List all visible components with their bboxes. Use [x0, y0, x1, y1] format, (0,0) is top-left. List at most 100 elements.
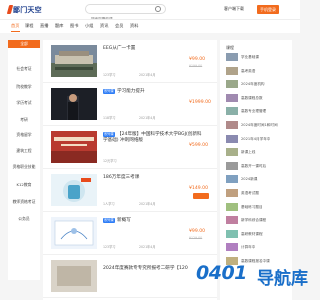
recommend-item-label: 英语考试题 — [241, 191, 259, 195]
recommend-item-label: 高研教材课程 — [241, 231, 263, 236]
course-thumbnail[interactable] — [51, 45, 97, 77]
client-download-link[interactable]: 客户端下载 — [224, 6, 244, 12]
course-card[interactable]: 186万年度三考课 ¥149.00 1人学习 2021年4月 — [43, 169, 217, 212]
watermark-domain: 0401 — [196, 262, 247, 284]
course-thumbnail[interactable] — [51, 260, 97, 292]
recommend-thumbnail[interactable] — [226, 134, 238, 143]
recommend-item[interactable]: 基础练习题目 — [226, 202, 290, 213]
recommend-item[interactable]: 2024年度机构 — [226, 80, 290, 90]
recommend-thumbnail[interactable] — [226, 189, 238, 197]
sidebar-item[interactable]: 建筑工程 — [8, 148, 40, 154]
recommend-thumbnail[interactable] — [226, 148, 238, 157]
course-title[interactable]: 【24年版】中国科学技术大学BGJ(创新科学基础) 冲刺网络版 — [103, 132, 203, 144]
tab-news[interactable]: 资讯 — [100, 23, 108, 29]
recommend-thumbnail[interactable] — [226, 202, 238, 211]
recommend-thumbnail[interactable] — [226, 243, 238, 252]
recommend-item[interactable]: 计算年中 — [226, 243, 290, 253]
recommend-item[interactable]: 学业基础课 — [226, 53, 290, 63]
recommend-thumbnail[interactable] — [226, 66, 238, 75]
recommend-item[interactable]: 英语考试题 — [226, 189, 290, 199]
tab-courses[interactable]: 课程 — [25, 23, 33, 29]
course-card[interactable]: 系列课 【24年版】中国科学技术大学BGJ(创新科学基础) 冲刺网络版 ¥599… — [43, 126, 217, 169]
course-thumbnail[interactable] — [51, 217, 97, 249]
recommend-thumbnail[interactable] — [226, 80, 238, 89]
sidebar-item[interactable]: 考研 — [8, 117, 40, 123]
tab-materials[interactable]: 资料 — [130, 23, 138, 29]
recommend-item-label: 新课上线 — [241, 150, 256, 155]
main-nav: 首页 课程 直播 题库 图书 小组 资讯 会员 资料 — [0, 19, 300, 33]
sidebar-item[interactable]: 学历考试 — [8, 100, 40, 106]
recommend-item[interactable]: 2021年4月学年中 — [226, 134, 290, 145]
recommend-item-label: 高数开一课时后 — [241, 163, 267, 168]
recommend-thumbnail[interactable] — [226, 229, 238, 238]
tab-books[interactable]: 图书 — [70, 23, 78, 29]
recommend-item-label: 高数课程总数 — [241, 95, 263, 100]
watermark-text: 导航库 — [257, 269, 308, 289]
sidebar-item[interactable]: 院校教学 — [8, 84, 40, 90]
tab-live[interactable]: 直播 — [40, 23, 48, 29]
recommend-thumbnail[interactable] — [226, 175, 238, 184]
logo-text: 鄙门天空 — [13, 5, 42, 14]
course-card[interactable]: 系列课 学习能力提升 ¥1999.00 118学习 2021年4月 — [43, 83, 217, 126]
sidebar-item[interactable]: 公务员 — [8, 216, 40, 222]
tab-groups[interactable]: 小组 — [85, 23, 93, 29]
course-card[interactable]: 系列课 新概写 ¥99.00 ¥129.00 123学习 2021年4月 — [43, 212, 217, 255]
sidebar-item[interactable]: 资格职业技能 — [8, 164, 40, 170]
logo[interactable]: 鄙门天空 — [6, 4, 42, 15]
recommend-item[interactable]: 高研教材课程 — [226, 229, 290, 240]
course-date: 2021年4月 — [139, 245, 156, 249]
recommend-thumbnail[interactable] — [226, 161, 238, 170]
recommend-thumbnail[interactable] — [226, 93, 238, 102]
search-icon[interactable] — [155, 6, 161, 12]
watermark: 0401 导航库 — [196, 262, 308, 292]
course-title[interactable]: EEG从广一卡置 — [103, 46, 203, 52]
course-card[interactable]: 2024年度赛款专专究所报考二研学【120 — [43, 255, 217, 298]
course-thumbnail[interactable] — [51, 174, 97, 206]
course-original-price: ¥129.00 — [189, 236, 203, 240]
recommend-item[interactable]: 高考英语 — [226, 66, 290, 77]
course-students: 123学习 — [103, 245, 116, 249]
sidebar-item[interactable]: 社会考证 — [8, 66, 40, 72]
tab-question-bank[interactable]: 题库 — [55, 23, 63, 29]
recommend-item-label: 高数专业理管理 — [241, 109, 267, 114]
sidebar-item[interactable]: 资格留学 — [8, 132, 40, 138]
recommend-item-label: 学业基础课 — [241, 55, 259, 59]
recommend-thumbnail[interactable] — [226, 121, 238, 129]
course-students: 118学习 — [103, 116, 116, 120]
course-students: 1人学习 — [103, 202, 115, 206]
course-title[interactable]: 学习能力提升 — [117, 89, 217, 95]
recommend-thumbnail[interactable] — [226, 53, 238, 61]
course-title[interactable]: 新概写 — [117, 218, 217, 224]
course-price: ¥99.00 — [189, 57, 206, 62]
course-title[interactable]: 186万年度三考课 — [103, 175, 203, 181]
recommend-item[interactable]: 新课上线 — [226, 148, 290, 158]
recommend-thumbnail[interactable] — [226, 107, 238, 116]
recommend-item[interactable]: 2024年度时间1和时间 — [226, 121, 290, 131]
recommend-item[interactable]: 高数专业理管理 — [226, 107, 290, 117]
course-thumbnail[interactable] — [51, 88, 97, 120]
tab-membership[interactable]: 会员 — [115, 23, 123, 29]
course-thumbnail[interactable] — [51, 131, 97, 163]
course-price: ¥1999.00 — [189, 100, 211, 105]
recommend-item[interactable]: 2024新课 — [226, 175, 290, 185]
recommend-title: 课程 — [226, 45, 234, 50]
course-date: 2021年4月 — [139, 116, 156, 120]
recommend-item-label: 高考英语 — [241, 68, 256, 73]
active-tab-underline — [11, 31, 20, 33]
login-button[interactable]: 手机登录 — [257, 5, 279, 14]
search-box[interactable] — [85, 4, 166, 23]
recommend-item[interactable]: 高数课程总数 — [226, 93, 290, 104]
recommend-item-label: 2021年4月学年中 — [241, 136, 271, 141]
recommend-item-label: 基础练习题目 — [241, 204, 263, 209]
course-card[interactable]: EEG从广一卡置 ¥99.00 ¥199.00 123学习 2021年4月 — [43, 40, 217, 83]
sidebar-item-all[interactable]: 全部 — [8, 40, 40, 48]
sidebar-item[interactable]: K12教育 — [8, 182, 40, 188]
series-badge: 系列课 — [103, 89, 115, 94]
recommend-item[interactable]: 高数开一课时后 — [226, 161, 290, 172]
recommend-item[interactable]: 新学科综合课程 — [226, 216, 290, 226]
recommend-thumbnail[interactable] — [226, 216, 238, 225]
buy-button[interactable] — [193, 193, 209, 199]
recommend-item-label: 2024新课 — [241, 177, 258, 182]
sidebar-item[interactable]: 教师资格考证 — [8, 199, 40, 205]
tab-home[interactable]: 首页 — [11, 23, 19, 29]
